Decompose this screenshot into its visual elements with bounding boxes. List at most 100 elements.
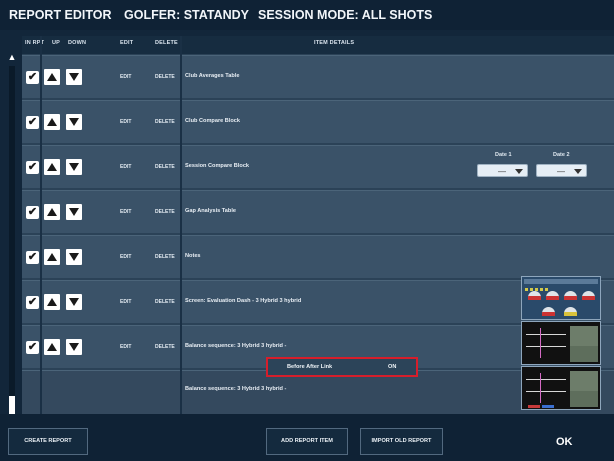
ok-button[interactable]: OK [556,436,573,448]
scroll-track[interactable] [9,66,15,416]
delete-button[interactable]: DELETE [155,74,175,80]
column-divider [180,36,182,414]
graph-line [526,334,566,335]
up-arrow-icon [47,208,57,216]
golfer-image [570,326,598,346]
move-down-button[interactable] [66,249,82,265]
in-report-checkbox[interactable]: ✔ [26,116,39,129]
down-arrow-icon [69,208,79,216]
before-after-link-value: ON [388,364,397,370]
delete-button[interactable]: DELETE [155,209,175,215]
down-arrow-icon [69,163,79,171]
column-divider [40,36,42,414]
delete-button[interactable]: DELETE [155,119,175,125]
page-title: REPORT EDITOR [9,8,112,22]
item-details-label: Balance sequence: 3 Hybrid 3 hybrid - [185,386,287,392]
col-header-item-details: ITEM DETAILS [314,40,355,46]
down-arrow-icon [69,118,79,126]
date1-value: — [498,167,506,176]
scroll-up-arrow-icon[interactable]: ▲ [7,52,17,62]
in-report-checkbox[interactable]: ✔ [26,251,39,264]
delete-button[interactable]: DELETE [155,344,175,350]
golfer-label: GOLFER: STATANDY [124,8,249,22]
in-report-checkbox[interactable]: ✔ [26,341,39,354]
before-after-link-toggle[interactable]: Before After Link ON [266,357,418,377]
edit-button[interactable]: EDIT [120,254,131,260]
evaluation-dash-thumbnail [521,276,601,320]
edit-button[interactable]: EDIT [120,164,131,170]
vertical-scrollbar[interactable]: ▲ ▼ [4,36,20,416]
gauge-icon [528,291,541,300]
move-down-button[interactable] [66,294,82,310]
up-arrow-icon [47,343,57,351]
move-up-button[interactable] [44,204,60,220]
in-report-checkbox[interactable]: ✔ [26,296,39,309]
item-details-label: Balance sequence: 3 Hybrid 3 hybrid - [185,343,287,349]
delete-button[interactable]: DELETE [155,254,175,260]
date1-select[interactable]: — [477,164,528,177]
move-down-button[interactable] [66,339,82,355]
table-row: ✔ EDIT DELETE Club Compare Block [22,100,614,143]
in-report-checkbox[interactable]: ✔ [26,161,39,174]
move-up-button[interactable] [44,159,60,175]
col-header-edit: EDIT [120,40,134,46]
edit-button[interactable]: EDIT [120,119,131,125]
move-up-button[interactable] [44,114,60,130]
graph-marker [540,328,541,358]
table-row: ✔ EDIT DELETE Session Compare Block Date… [22,145,614,188]
table-row: ✔ EDIT DELETE Club Averages Table [22,55,614,98]
move-down-button[interactable] [66,204,82,220]
table-header: IN RPT UP DOWN EDIT DELETE ITEM DETAILS [22,36,614,54]
date2-value: — [557,167,565,176]
item-details-label: Club Compare Block [185,118,241,124]
create-report-button[interactable]: CREATE REPORT [8,428,88,455]
down-arrow-icon [69,73,79,81]
edit-button[interactable]: EDIT [120,74,131,80]
down-arrow-icon [69,343,79,351]
item-details-label: Club Averages Table [185,73,240,79]
gauge-icon [564,307,577,316]
in-report-checkbox[interactable]: ✔ [26,71,39,84]
in-report-checkbox[interactable]: ✔ [26,206,39,219]
col-header-delete: DELETE [155,40,178,46]
delete-button[interactable]: DELETE [155,164,175,170]
graph-line [526,346,566,347]
edit-button[interactable]: EDIT [120,344,131,350]
date2-select[interactable]: — [536,164,587,177]
date1-label: Date 1 [495,152,512,158]
item-details-label: Session Compare Block [185,163,250,169]
scroll-down-arrow-icon[interactable]: ▼ [7,398,17,408]
import-old-report-button[interactable]: IMPORT OLD REPORT [360,428,443,455]
move-up-button[interactable] [44,339,60,355]
down-arrow-icon [69,253,79,261]
gauge-icon [564,291,577,300]
move-up-button[interactable] [44,249,60,265]
add-report-item-button[interactable]: ADD REPORT ITEM [266,428,348,455]
footer-bar: CREATE REPORT ADD REPORT ITEM IMPORT OLD… [0,414,614,461]
move-up-button[interactable] [44,294,60,310]
thumbnail-strip [524,279,598,291]
item-details-label: Screen: Evaluation Dash - 3 Hybrid 3 hyb… [185,298,302,304]
gauge-icon [582,291,595,300]
chevron-down-icon [515,169,523,174]
graph-marker [540,373,541,403]
gauge-icon [546,291,559,300]
move-up-button[interactable] [44,69,60,85]
move-down-button[interactable] [66,114,82,130]
delete-button[interactable]: DELETE [155,299,175,305]
move-down-button[interactable] [66,69,82,85]
balance-sequence-thumbnail [521,366,601,410]
item-details-label: Notes [185,253,201,259]
edit-button[interactable]: EDIT [120,299,131,305]
down-arrow-icon [69,298,79,306]
graph-line [526,391,566,392]
table-row: ✔ EDIT DELETE Gap Analysis Table [22,190,614,233]
golfer-image [570,371,598,391]
up-arrow-icon [47,163,57,171]
before-after-link-label: Before After Link [287,364,333,370]
indicator-bar [528,405,540,408]
chevron-down-icon [574,169,582,174]
edit-button[interactable]: EDIT [120,209,131,215]
move-down-button[interactable] [66,159,82,175]
up-arrow-icon [47,118,57,126]
